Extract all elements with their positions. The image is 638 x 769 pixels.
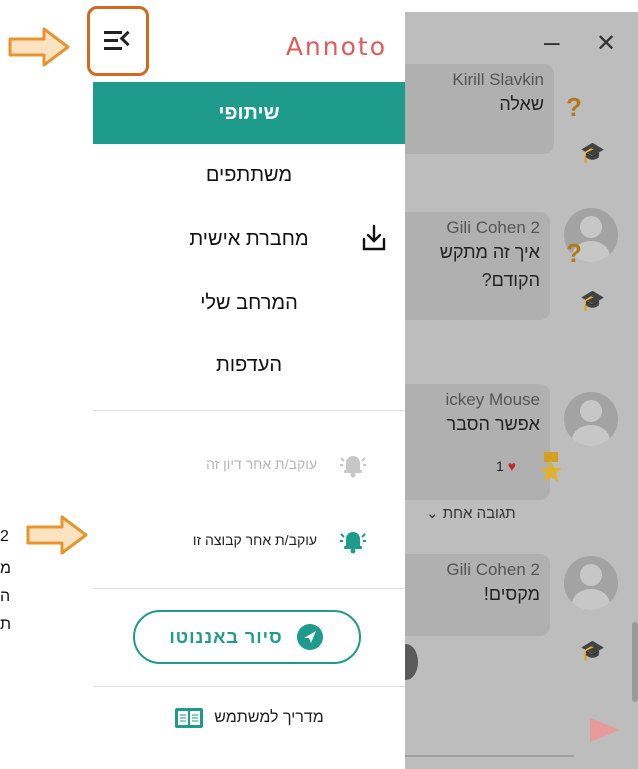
graduation-cap-icon: 🎓 [580, 640, 605, 662]
divider [93, 686, 405, 687]
message-card[interactable]: ickey Mouse אפשר הסבר [404, 384, 550, 500]
menu-item-participants[interactable]: משתתפים [93, 144, 405, 206]
user-guide-label: מדריך למשתמש [214, 709, 324, 726]
book-icon [175, 708, 204, 728]
send-icon[interactable] [590, 718, 620, 742]
divider [93, 410, 405, 411]
star-badge-icon [540, 452, 562, 482]
graduation-cap-icon: 🎓 [580, 290, 605, 312]
message-text: שאלה [499, 94, 544, 114]
message-text: איך זה מתקש [439, 242, 540, 262]
question-mark-icon: ? [566, 92, 582, 122]
message-author: Kirill Slavkin [452, 70, 544, 89]
follow-discussion-label: עוקב/ת אחר דיון זה [206, 456, 317, 472]
graduation-cap-icon: 🎓 [580, 142, 605, 164]
menu-item-label: שיתופי [218, 101, 280, 124]
menu-item-label: המרחב שלי [200, 291, 298, 314]
tour-compass-icon [296, 624, 323, 650]
message-text: הקודם? [481, 270, 540, 290]
chat-panel: – ✕ Kirill Slavkin שאלה ? 🎓 2 Gili Cohen… [404, 12, 638, 769]
menu-item-label: משתתפים [205, 163, 293, 186]
side-drawer-menu: Annoto שיתופי משתתפים מחברת אישית המרחב … [87, 6, 405, 769]
menu-item-label: מחברת אישית [189, 227, 309, 250]
pointer-arrow-icon [26, 515, 88, 555]
side-annotation-text: 2 [0, 528, 9, 545]
like-count: 1 ♥ [496, 458, 516, 474]
side-annotation-text: ה [0, 588, 11, 605]
drawer-header: Annoto [87, 6, 405, 80]
menu-item-preferences[interactable]: העדפות [93, 334, 405, 396]
message-text: אפשר הסבר [446, 414, 540, 434]
message-text: מקסים! [483, 584, 540, 604]
side-annotation-text: מ [0, 560, 11, 577]
message-card[interactable]: 2 Gili Cohen מקסים! [404, 554, 550, 636]
avatar [564, 556, 618, 610]
minimize-button[interactable]: – [544, 28, 560, 56]
reply-count-toggle[interactable]: תגובה אחת ⌄ [426, 504, 516, 522]
avatar [564, 392, 618, 446]
message-author: ickey Mouse [445, 390, 540, 409]
message-input[interactable] [404, 755, 574, 757]
tour-button-label: סיור באננוטו [169, 626, 283, 647]
like-count-value: 1 [496, 458, 504, 474]
heart-icon[interactable]: ♥ [508, 458, 516, 474]
reply-count-label: תגובה אחת [442, 505, 516, 522]
message-card[interactable]: 2 Gili Cohen איך זה מתקש הקודם? [404, 212, 550, 320]
pointer-arrow-icon [8, 27, 70, 67]
menu-item-my-space[interactable]: המרחב שלי [93, 272, 405, 334]
side-annotation-text: ת [0, 616, 12, 633]
user-guide-link[interactable]: מדריך למשתמש [93, 698, 405, 738]
follow-group-label: עוקב/ת אחר קבוצה זו [192, 532, 317, 548]
close-button[interactable]: ✕ [596, 30, 616, 58]
menu-item-notebook[interactable]: מחברת אישית [93, 208, 405, 270]
message-author: 2 Gili Cohen [446, 218, 540, 237]
scrollbar[interactable] [632, 622, 638, 702]
tour-button[interactable]: סיור באננוטו [133, 610, 361, 664]
chevron-down-icon: ⌄ [426, 505, 439, 522]
menu-item-sharing[interactable]: שיתופי [93, 82, 405, 144]
message-author: 2 Gili Cohen [446, 560, 540, 579]
menu-collapse-button[interactable] [87, 6, 149, 76]
question-mark-icon: ? [566, 238, 582, 268]
download-icon[interactable] [361, 224, 387, 252]
follow-group-toggle[interactable]: עוקב/ת אחר קבוצה זו [93, 516, 405, 566]
bell-icon [340, 456, 366, 478]
message-card[interactable]: Kirill Slavkin שאלה [404, 64, 554, 154]
follow-discussion-toggle[interactable]: עוקב/ת אחר דיון זה [93, 440, 405, 490]
divider [93, 588, 405, 589]
menu-item-label: העדפות [216, 353, 283, 376]
scroll-indicator [404, 644, 418, 680]
annoto-logo: Annoto [285, 32, 387, 61]
bell-icon [340, 532, 366, 554]
